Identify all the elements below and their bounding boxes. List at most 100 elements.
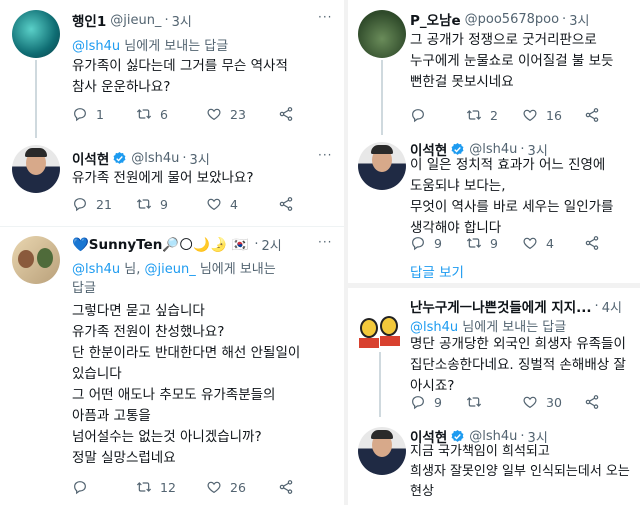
like-button[interactable]: 26 xyxy=(206,479,278,495)
like-count: 4 xyxy=(546,235,554,251)
tweet-actions: 12 26 xyxy=(72,479,302,495)
tweet-sunnyten[interactable]: 💙SunnyTen🔎🌕🌙🌛 🇰🇷 · 2시 ··· @lsh4u 님, @jie… xyxy=(0,228,344,505)
timestamp[interactable]: 3시 xyxy=(569,10,589,29)
tweet-jieun[interactable]: 행인1 @jieun_ · 3시 ··· @lsh4u 님에게 보내는 답글 유… xyxy=(0,0,344,140)
like-button[interactable]: 30 xyxy=(522,394,584,410)
reply-button[interactable]: 9 xyxy=(410,394,466,410)
like-button[interactable]: 23 xyxy=(206,106,278,122)
share-button[interactable] xyxy=(584,394,608,410)
tweet-text: 이 일은 정치적 효과가 어느 진영에 도움되냐 보다는, 무엇이 역사를 바로… xyxy=(410,157,614,236)
handle[interactable]: @poo5678poo xyxy=(465,12,559,27)
reply-button[interactable] xyxy=(410,107,466,123)
reply-label: 님에게 보내는 답글 xyxy=(458,320,567,335)
tweet-lsh4u-reply[interactable]: 이석현 @lsh4u · 3시 이 일은 정치적 효과가 어느 진영에 도움되냐… xyxy=(348,137,640,281)
timestamp[interactable]: 3시 xyxy=(172,11,192,30)
tweet-lsh4u-reply2[interactable]: 이석현 @lsh4u · 3시 지금 국가책임이 희석되고 희생자 잘못인양 일… xyxy=(348,422,640,505)
reply-button[interactable]: 9 xyxy=(410,235,466,251)
more-icon[interactable]: ··· xyxy=(318,10,332,24)
dot-separator: · xyxy=(594,298,599,314)
timestamp[interactable]: 3시 xyxy=(190,149,210,168)
like-count: 23 xyxy=(230,106,246,122)
retweet-count: 9 xyxy=(160,196,168,212)
share-button[interactable] xyxy=(278,479,302,495)
retweet-button[interactable]: 2 xyxy=(466,107,522,123)
display-name[interactable]: P_오남e xyxy=(410,9,461,29)
avatar[interactable] xyxy=(358,10,406,58)
show-replies-link[interactable]: 답글 보기 xyxy=(410,261,464,281)
heart-icon xyxy=(522,107,538,123)
replying-to: @lsh4u 님, @jieun_ 님에게 보내는 xyxy=(72,258,276,277)
share-icon xyxy=(278,196,294,212)
mention-link[interactable]: @lsh4u xyxy=(72,262,120,277)
retweet-button[interactable] xyxy=(466,394,522,410)
share-button[interactable] xyxy=(584,235,608,251)
like-button[interactable]: 4 xyxy=(522,235,584,251)
like-count: 16 xyxy=(546,107,562,123)
reply-button[interactable]: 1 xyxy=(72,106,136,122)
avatar[interactable] xyxy=(12,10,60,58)
tweet-text: 그 공개가 정쟁으로 굿거리판으로 누구에게 눈물쇼로 이어질걸 불 보듯 뻔한… xyxy=(410,32,614,90)
reply-icon xyxy=(72,106,88,122)
replying-to-line2: 답글 xyxy=(72,281,96,296)
share-icon xyxy=(278,479,294,495)
retweet-count: 9 xyxy=(490,235,498,251)
timestamp[interactable]: 2시 xyxy=(262,235,282,254)
retweet-icon xyxy=(466,394,482,410)
tweet-poo5678poo[interactable]: P_오남e @poo5678poo · 3시 그 공개가 정쟁으로 굿거리판으로… xyxy=(348,0,640,135)
mention-link[interactable]: @jieun_ xyxy=(145,262,196,277)
dot-separator: · xyxy=(562,11,567,27)
like-button[interactable]: 16 xyxy=(522,107,584,123)
share-icon xyxy=(278,106,294,122)
tweet-lsh4u[interactable]: 이석현 @lsh4u · 3시 ··· 유가족 전원에게 물어 보았나요? 21… xyxy=(0,140,344,230)
tweet-nanugu[interactable]: 난누구게ㅡ나쁜것들에게 지지... · 4시 @lsh4u 님에게 보내는 답글… xyxy=(348,290,640,420)
more-icon[interactable]: ··· xyxy=(318,148,332,162)
display-name[interactable]: 이석현 xyxy=(72,148,109,168)
timestamp[interactable]: 4시 xyxy=(602,297,622,316)
display-name[interactable]: 행인1 xyxy=(72,10,106,30)
divider xyxy=(0,226,344,227)
retweet-button[interactable]: 12 xyxy=(136,479,206,495)
tweet-actions: 2 16 xyxy=(410,107,608,123)
retweet-icon xyxy=(466,107,482,123)
like-button[interactable]: 4 xyxy=(206,196,278,212)
share-button[interactable] xyxy=(278,106,302,122)
retweet-button[interactable]: 6 xyxy=(136,106,206,122)
share-icon xyxy=(584,235,600,251)
left-panel: 행인1 @jieun_ · 3시 ··· @lsh4u 님에게 보내는 답글 유… xyxy=(0,0,344,505)
tweet-actions: 21 9 4 xyxy=(72,196,302,212)
section-gap xyxy=(348,283,640,288)
display-name[interactable]: 💙SunnyTen🔎🌕🌙🌛 🇰🇷 xyxy=(72,237,248,253)
reply-button[interactable]: 21 xyxy=(72,196,136,212)
handle[interactable]: @lsh4u xyxy=(131,151,179,166)
tweet-actions: 9 9 4 xyxy=(410,235,608,251)
tweet-text: 지금 국가책임이 희석되고 희생자 잘못인양 일부 인식되는데서 오는 현상 xyxy=(410,444,630,499)
avatar[interactable] xyxy=(12,236,60,284)
share-button[interactable] xyxy=(584,107,608,123)
like-count: 30 xyxy=(546,394,562,410)
retweet-button[interactable]: 9 xyxy=(136,196,206,212)
retweet-icon xyxy=(136,196,152,212)
share-button[interactable] xyxy=(278,196,302,212)
display-name[interactable]: 난누구게ㅡ나쁜것들에게 지지... xyxy=(410,296,592,316)
avatar[interactable] xyxy=(358,142,406,190)
tweet-actions: 9 30 xyxy=(410,394,608,410)
retweet-button[interactable]: 9 xyxy=(466,235,522,251)
reply-icon xyxy=(72,196,88,212)
more-icon[interactable]: ··· xyxy=(318,235,332,249)
avatar[interactable] xyxy=(12,145,60,193)
reply-icon xyxy=(410,394,426,410)
tweet-text: 유가족 전원에게 물어 보았나요? xyxy=(72,170,254,186)
retweet-count: 12 xyxy=(160,479,176,495)
mention-link[interactable]: @lsh4u xyxy=(72,39,120,54)
mention-link[interactable]: @lsh4u xyxy=(410,320,458,335)
heart-icon xyxy=(522,394,538,410)
tweet-header: 💙SunnyTen🔎🌕🌙🌛 🇰🇷 · 2시 xyxy=(72,235,282,255)
reply-button[interactable] xyxy=(72,479,136,495)
handle[interactable]: @jieun_ xyxy=(110,13,161,28)
avatar[interactable] xyxy=(358,427,406,475)
avatar[interactable] xyxy=(356,302,404,350)
heart-icon xyxy=(522,235,538,251)
reply-count: 9 xyxy=(434,394,442,410)
reply-label: 님에게 보내는 답글 xyxy=(120,39,229,54)
dot-separator: · xyxy=(182,150,187,166)
